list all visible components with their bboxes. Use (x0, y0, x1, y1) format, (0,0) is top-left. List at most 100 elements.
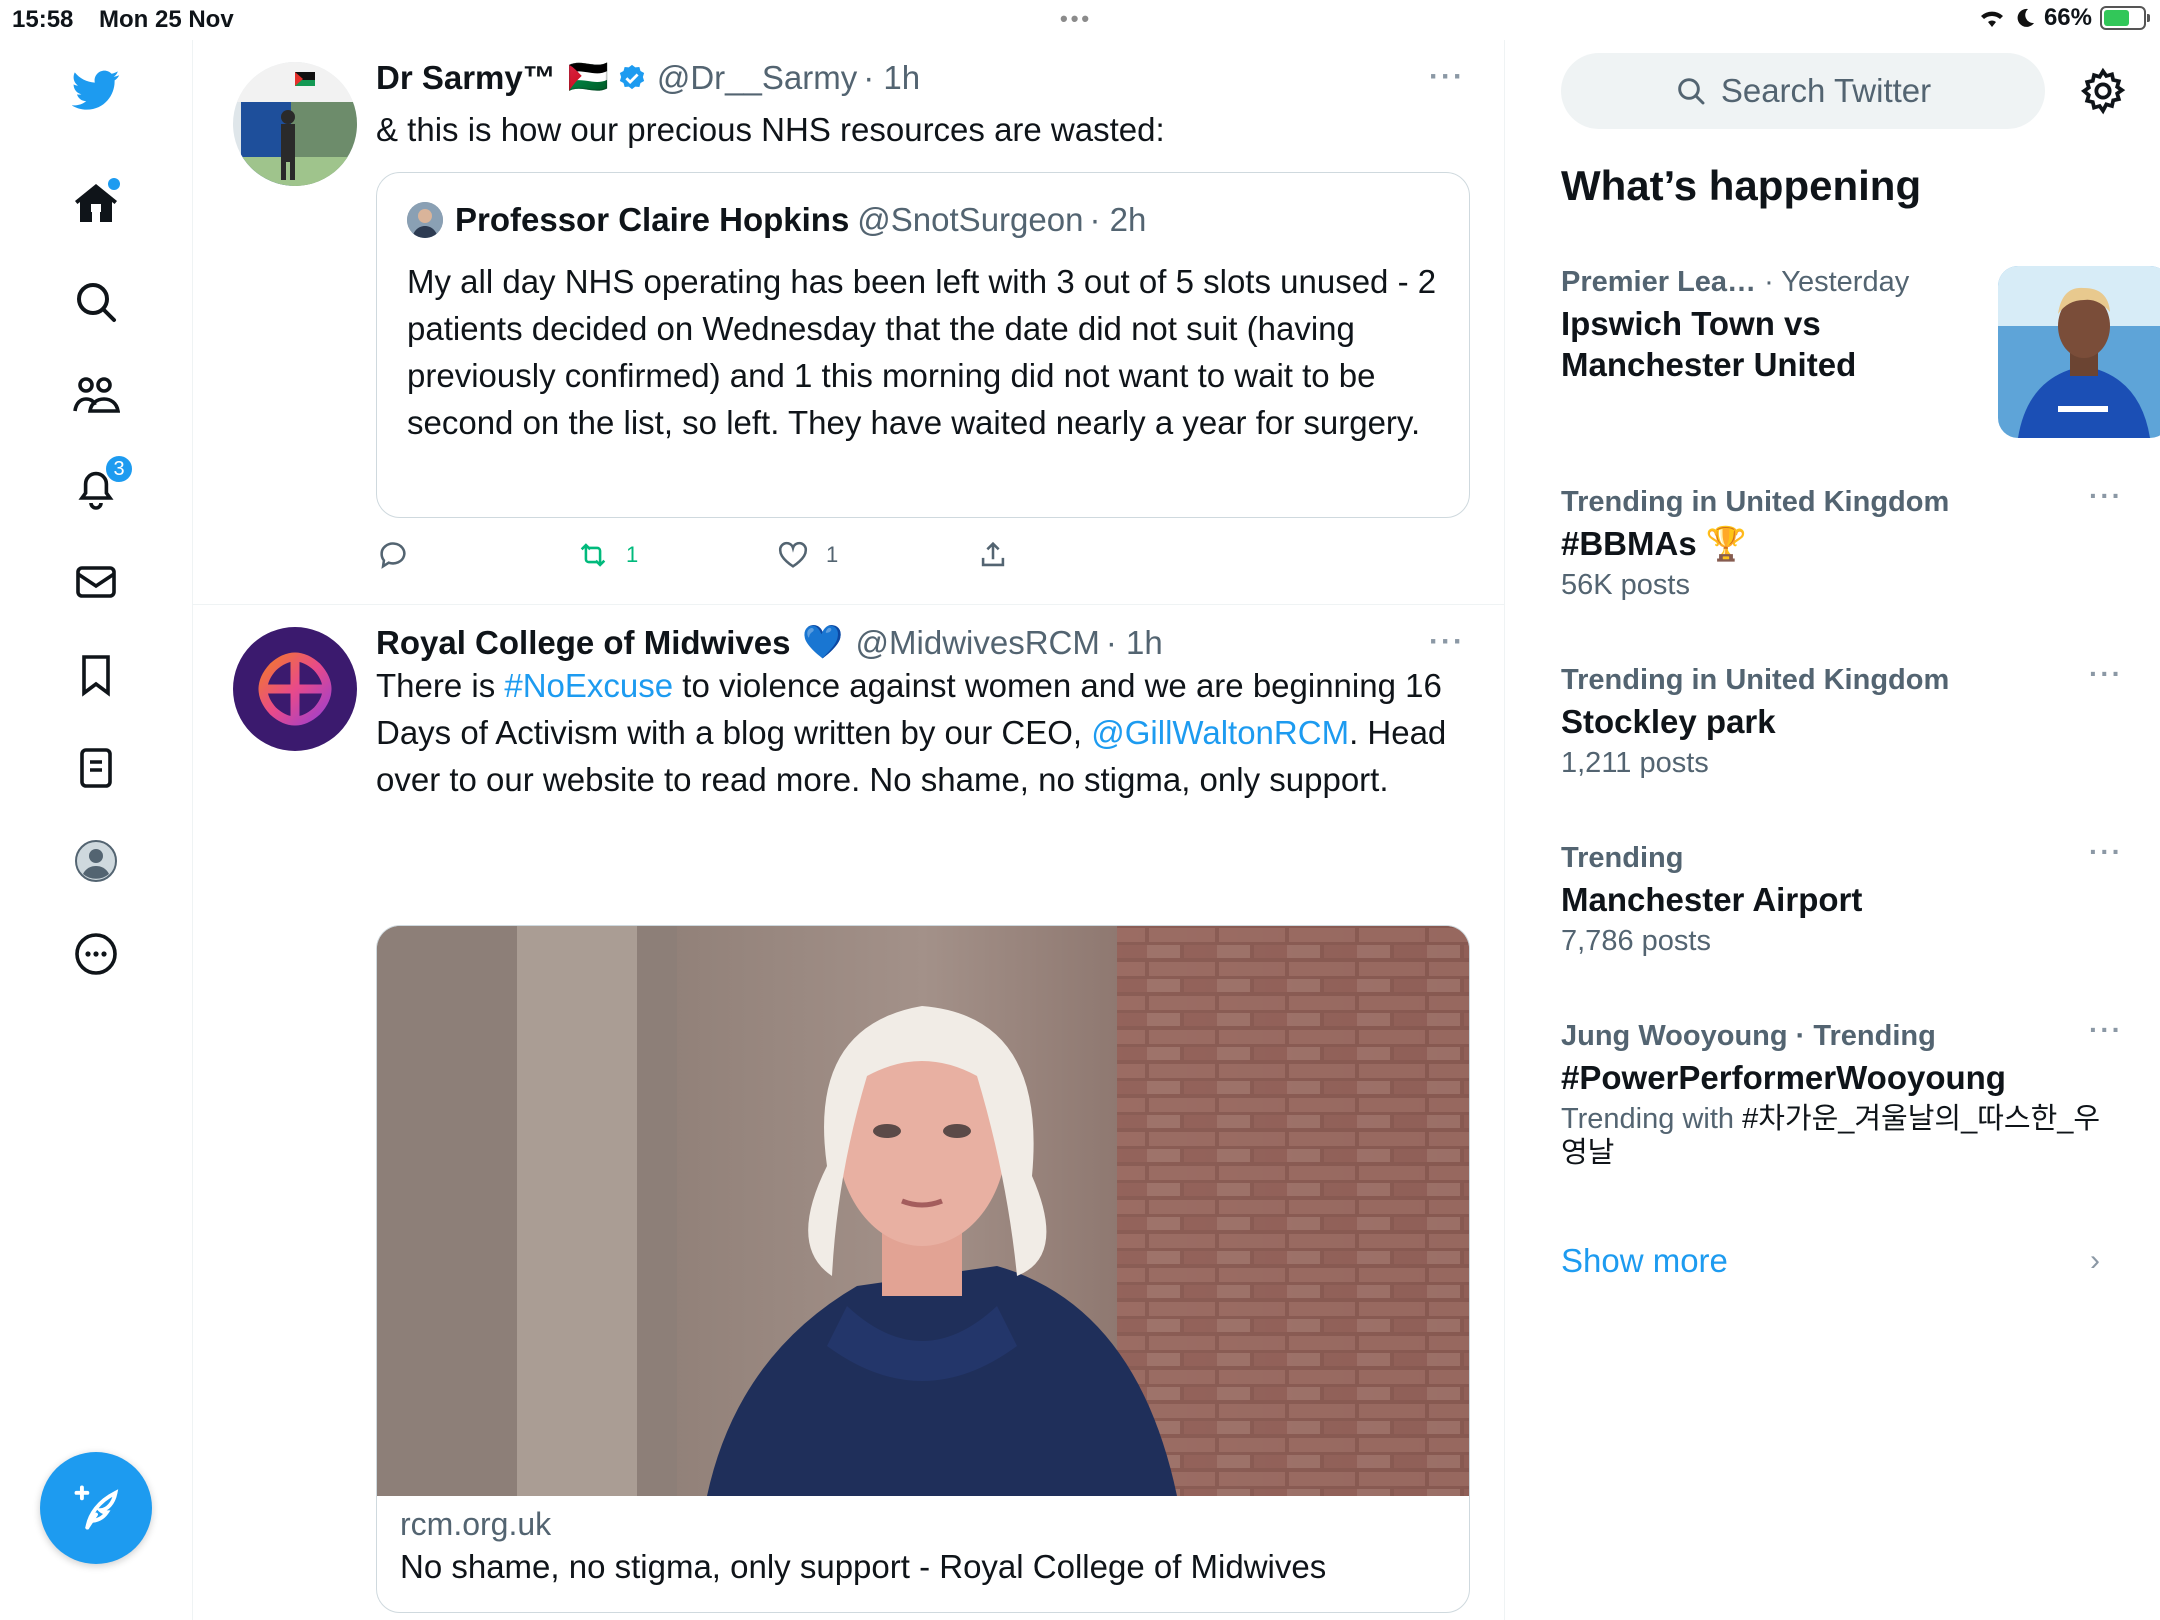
reply-button[interactable] (376, 538, 410, 572)
notifications-bell-icon[interactable]: 3 (66, 454, 134, 518)
author-name[interactable]: Royal College of Midwives (376, 624, 790, 662)
trend-more-button[interactable]: ··· (2089, 480, 2123, 512)
search-icon (1678, 78, 1705, 105)
like-button[interactable]: 1 (776, 538, 838, 572)
profile-avatar-icon[interactable] (66, 831, 126, 891)
author-handle[interactable]: @MidwivesRCM (856, 624, 1100, 662)
tweet-time[interactable]: · 1h (863, 59, 920, 97)
trend-topic: #BBMAs 🏆 (1561, 525, 1747, 562)
messages-envelope-icon[interactable] (66, 552, 126, 612)
feather-plus-icon (74, 1485, 119, 1530)
quote-tweet[interactable]: Professor Claire Hopkins @SnotSurgeon · … (376, 172, 1470, 518)
trend-more-button[interactable]: ··· (2089, 658, 2123, 690)
communities-icon[interactable] (66, 365, 126, 425)
compose-tweet-button[interactable] (40, 1452, 152, 1564)
retweet-count: 1 (626, 542, 639, 567)
home-unread-dot (108, 178, 120, 190)
avatar[interactable] (233, 62, 357, 186)
notifications-badge: 3 (104, 454, 134, 484)
trend-meta: Trending in United Kingdom (1561, 486, 1950, 518)
clock: 15:58 (12, 6, 74, 33)
search-placeholder: Search Twitter (1720, 72, 1932, 109)
quote-author-name: Professor Claire Hopkins (455, 201, 850, 238)
wifi-icon (1980, 11, 2003, 27)
more-options-icon[interactable] (66, 924, 126, 984)
trend-meta: Trending (1561, 842, 1684, 874)
link-card[interactable]: rcm.org.uk No shame, no stigma, only sup… (376, 925, 1470, 1613)
tweet-more-button[interactable]: ··· (1429, 60, 1465, 94)
avatar[interactable] (233, 627, 357, 751)
trend-category: Premier Lea… (1561, 266, 1757, 298)
retweet-button[interactable]: 1 (576, 538, 638, 572)
left-nav: 3 (0, 40, 193, 1620)
palestine-flag-emoji: 🇵🇸 (567, 58, 609, 95)
card-title: No shame, no stigma, only support - Roya… (400, 1548, 1327, 1585)
explore-search-icon[interactable] (66, 272, 126, 332)
tweet-header: Royal College of Midwives 💙 @MidwivesRCM… (376, 623, 1163, 662)
search-input[interactable]: Search Twitter (1561, 53, 2045, 129)
trend-meta: Jung Wooyoung · Trending (1561, 1020, 1936, 1052)
home-icon[interactable] (66, 174, 126, 234)
author-name[interactable]: Dr Sarmy™ (376, 59, 556, 97)
trend-item[interactable]: Premier Lea… · Yesterday Ipswich Town vs… (1561, 266, 2160, 438)
trend-more-button[interactable]: ··· (2089, 1014, 2123, 1046)
trend-topic: Stockley park (1561, 703, 1776, 740)
trend-topic: #PowerPerformerWooyoung (1561, 1059, 2006, 1096)
quote-text: My all day NHS operating has been left w… (407, 263, 1437, 441)
trend-item[interactable]: Jung Wooyoung · Trending #PowerPerformer… (1561, 1014, 2121, 1170)
tweet[interactable]: Royal College of Midwives 💙 @MidwivesRCM… (193, 605, 1504, 1620)
battery-icon (2100, 6, 2150, 30)
verified-badge-icon (619, 64, 644, 89)
tweet-text: There is #NoExcuse to violence against w… (376, 662, 1456, 803)
trend-meta: Trending in United Kingdom (1561, 664, 1950, 696)
trend-count: 1,211 posts (1561, 747, 1709, 779)
trend-more-button[interactable]: ··· (2089, 836, 2123, 868)
settings-gear-icon[interactable] (2078, 66, 2128, 116)
right-sidebar: Search Twitter What’s happening Premier … (1506, 40, 2160, 1620)
quote-avatar (407, 202, 443, 238)
share-icon (981, 541, 1005, 567)
share-button[interactable] (976, 538, 1010, 572)
status-indicators: 66% (1978, 4, 2150, 32)
card-image (377, 926, 1469, 1496)
trend-item[interactable]: Trending in United Kingdom #BBMAs 🏆 56K … (1561, 480, 2121, 602)
tweet-more-button[interactable]: ··· (1429, 625, 1465, 659)
lists-icon[interactable] (66, 738, 126, 798)
trend-count: Trending with #차가운_겨울날의_따스한_우영날 (1561, 1102, 2101, 1170)
retweet-icon (580, 543, 606, 567)
trend-item[interactable]: Trending Manchester Airport 7,786 posts … (1561, 836, 2121, 958)
trend-count: 56K posts (1561, 569, 1690, 601)
whats-happening-title: What’s happening (1561, 162, 1922, 209)
tweet-text: & this is how our precious NHS resources… (376, 111, 1165, 148)
multitasking-dots[interactable]: ••• (1060, 6, 1092, 32)
tweet-header: Dr Sarmy™ 🇵🇸 @Dr__Sarmy · 1h (376, 58, 920, 97)
tweet-time[interactable]: · 1h (1106, 624, 1163, 662)
show-more-link[interactable]: Show more (1561, 1242, 1728, 1280)
blue-heart-emoji: 💙 (802, 623, 844, 660)
quote-header: Professor Claire Hopkins @SnotSurgeon · … (407, 201, 1146, 239)
quote-author-handle: @SnotSurgeon (857, 201, 1084, 238)
trend-count: 7,786 posts (1561, 925, 1711, 957)
author-handle[interactable]: @Dr__Sarmy (657, 59, 857, 97)
like-count: 1 (826, 542, 839, 567)
quote-time: · 2h (1089, 201, 1147, 238)
twitter-logo-icon[interactable] (66, 60, 126, 120)
card-domain: rcm.org.uk (400, 1506, 552, 1542)
reply-icon (380, 542, 406, 569)
date: Mon 25 Nov (99, 6, 234, 33)
tweet-text-part: There is (376, 667, 505, 704)
trend-count-prefix: Trending with (1561, 1103, 1743, 1135)
status-bar: 15:58 Mon 25 Nov ••• 66% (0, 0, 2160, 40)
tweet[interactable]: Dr Sarmy™ 🇵🇸 @Dr__Sarmy · 1h ··· & this … (193, 40, 1504, 605)
hashtag-link[interactable]: #NoExcuse (504, 667, 673, 704)
chevron-right-icon: › (2090, 1244, 2100, 1277)
mention-link[interactable]: @GillWaltonRCM (1091, 714, 1349, 751)
trend-topic: Ipswich Town vs Manchester United (1561, 305, 1857, 383)
timeline-feed: Dr Sarmy™ 🇵🇸 @Dr__Sarmy · 1h ··· & this … (193, 40, 1505, 1620)
trend-time: · Yesterday (1764, 266, 1910, 298)
trend-topic: Manchester Airport (1561, 881, 1863, 918)
battery-percent: 66% (2043, 4, 2092, 31)
heart-icon (778, 541, 808, 568)
trend-item[interactable]: Trending in United Kingdom Stockley park… (1561, 658, 2121, 780)
bookmark-icon[interactable] (66, 645, 126, 705)
